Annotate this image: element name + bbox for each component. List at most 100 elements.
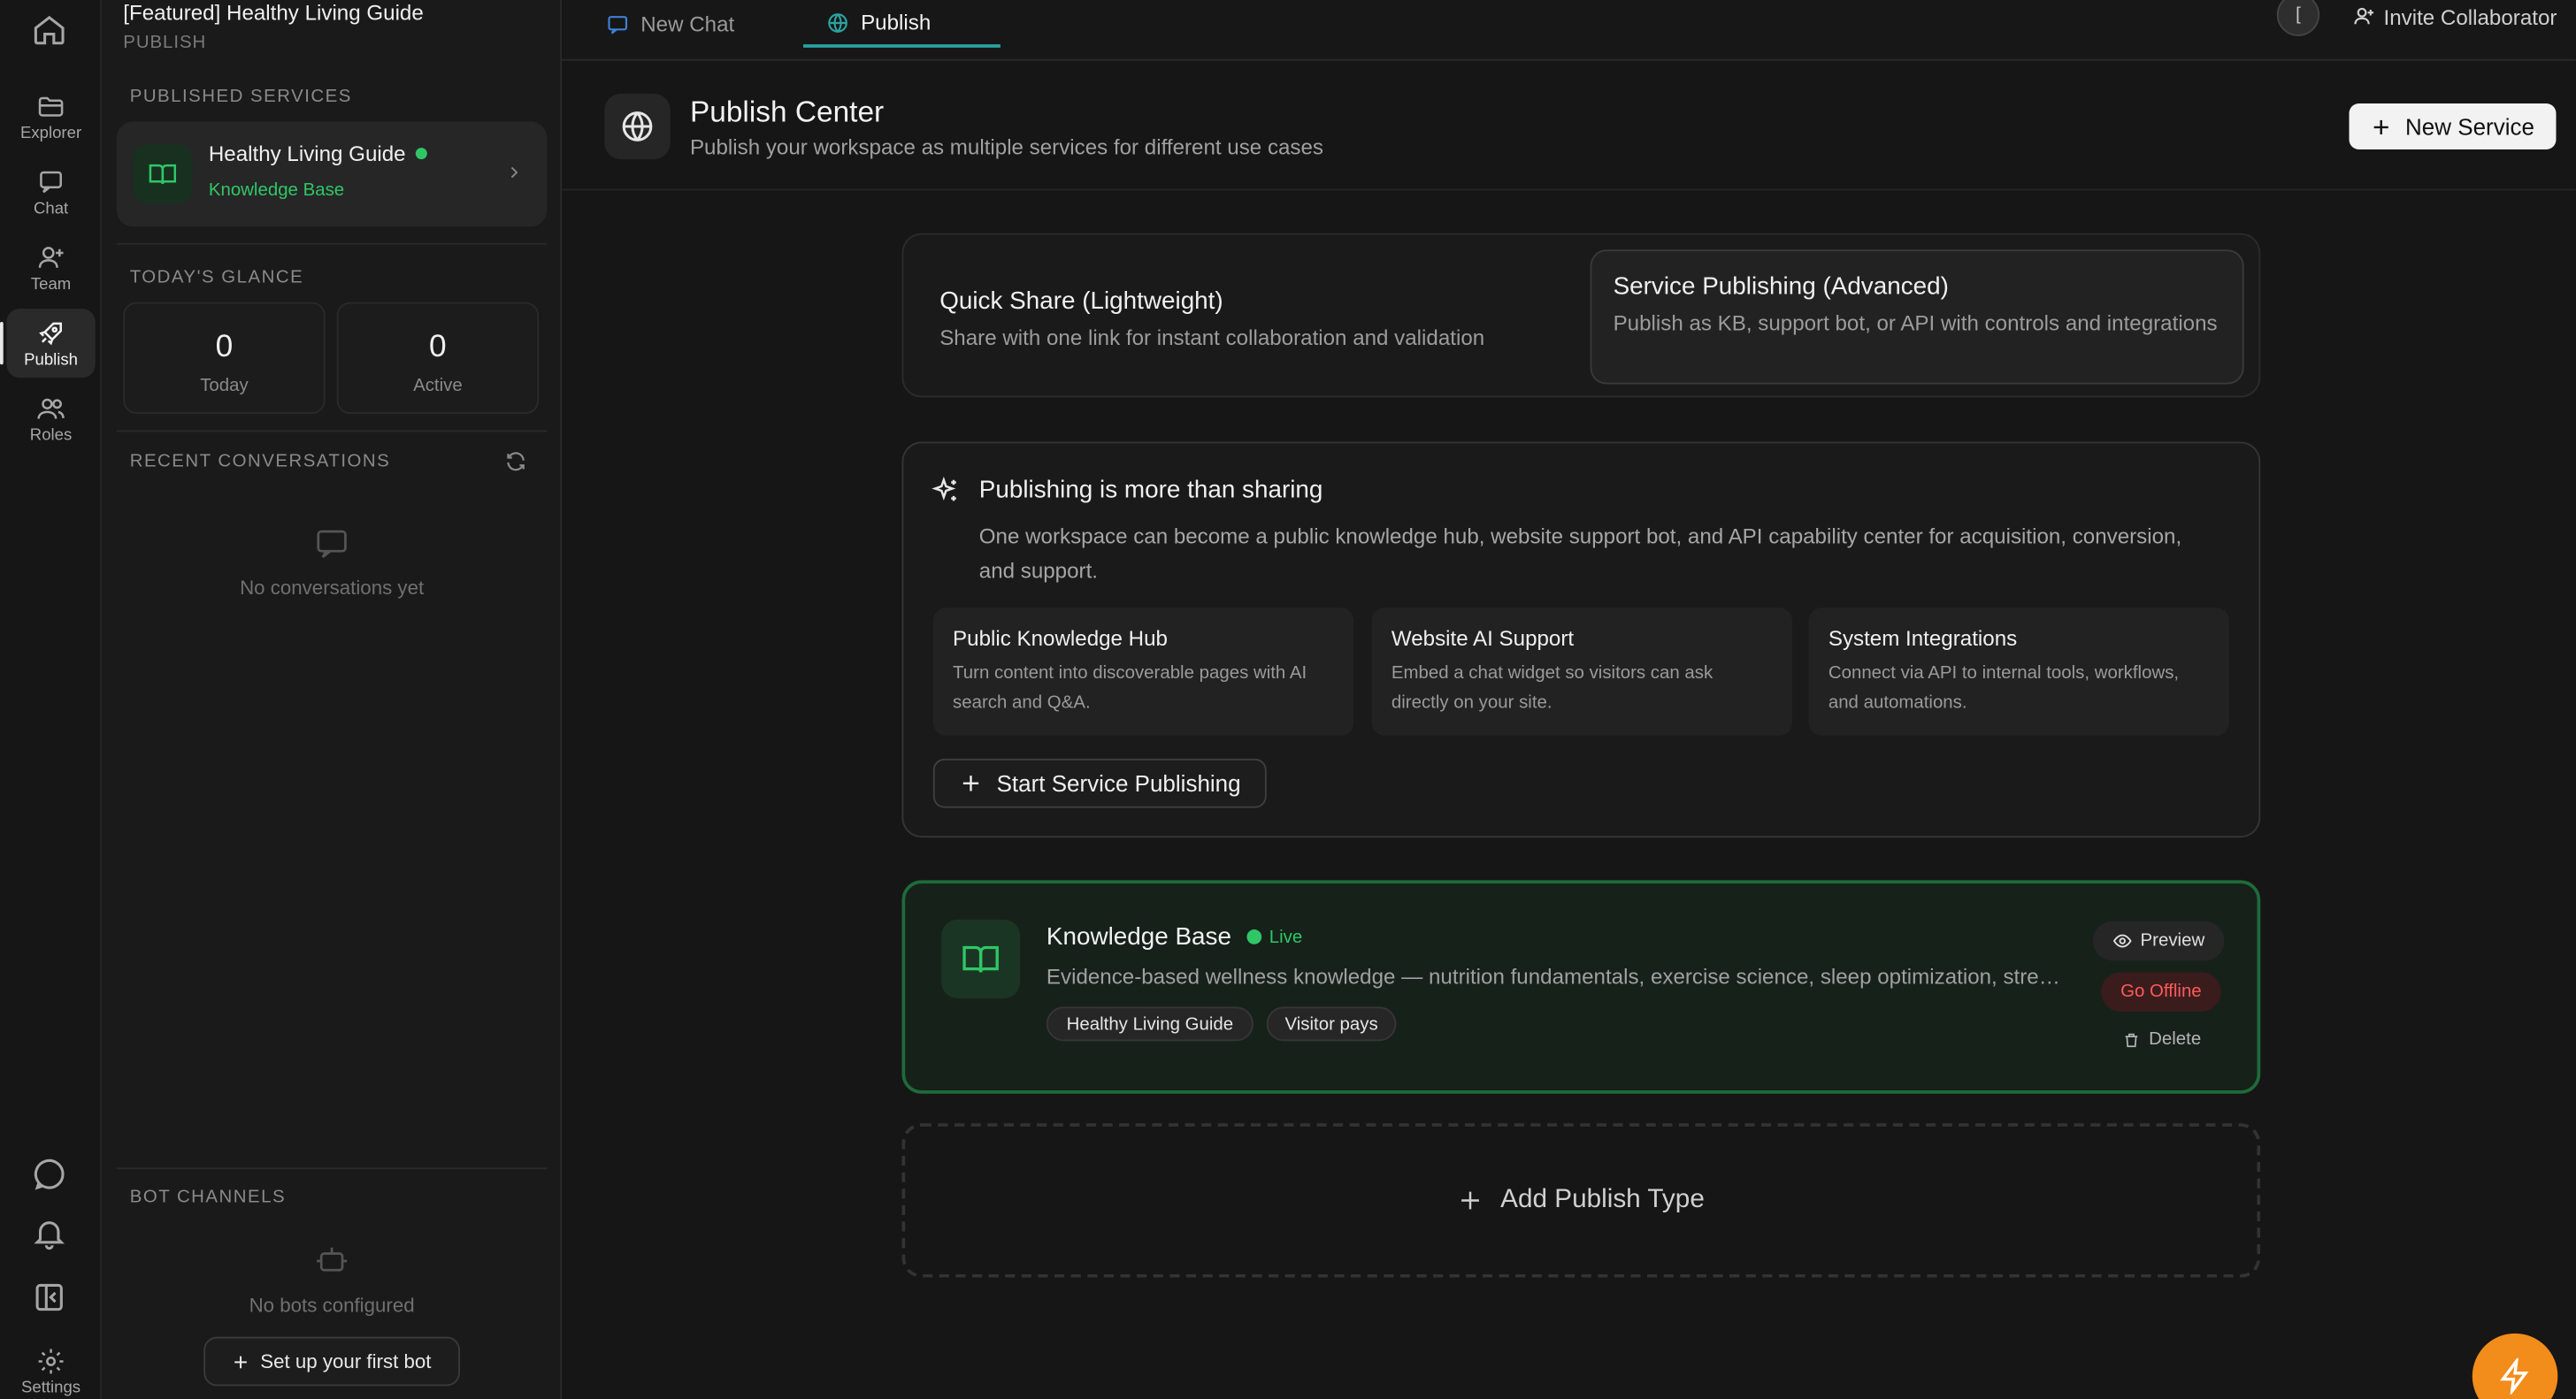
divider	[116, 242, 548, 245]
feature-title: Public Knowledge Hub	[953, 625, 1168, 651]
go-offline-button[interactable]: Go Offline	[2101, 972, 2221, 1012]
trash-icon	[2125, 1032, 2138, 1047]
rail-item-chat[interactable]: Chat	[6, 157, 95, 226]
status-dot	[1246, 929, 1261, 944]
mode-service-publishing[interactable]: Service Publishing (Advanced) Publish as…	[1590, 249, 2244, 385]
feature-title: System Integrations	[1828, 625, 2018, 651]
service-title: Knowledge Base	[1046, 922, 1231, 952]
mode-quick-share[interactable]: Quick Share (Lightweight) Share with one…	[939, 287, 1484, 350]
mode-desc: Share with one link for instant collabor…	[939, 325, 1485, 350]
glance-active: 0 Active	[336, 302, 540, 414]
setup-bot-label: Set up your first bot	[260, 1349, 432, 1373]
feature-knowledge-hub: Public Knowledge Hub Turn content into d…	[932, 608, 1354, 736]
users-icon	[37, 397, 65, 418]
new-service-button[interactable]: New Service	[2349, 103, 2557, 149]
start-button-label: Start Service Publishing	[996, 769, 1241, 797]
published-service-item[interactable]: Healthy Living Guide Knowledge Base	[116, 121, 548, 227]
nav-rail: Explorer Chat Team Publish Roles Setting…	[0, 0, 103, 1399]
feature-ai-support: Website AI Support Embed a chat widget s…	[1371, 608, 1792, 736]
tag-chip: Visitor pays	[1266, 1006, 1397, 1042]
service-name: Healthy Living Guide	[208, 141, 406, 166]
rail-item-explorer[interactable]: Explorer	[6, 82, 95, 151]
service-type: Knowledge Base	[208, 180, 345, 201]
glance-label: TODAY'S GLANCE	[129, 267, 304, 287]
tab-publish[interactable]: Publish	[803, 0, 1000, 48]
glance-today: 0 Today	[123, 302, 326, 414]
gear-icon	[38, 1348, 64, 1373]
invite-label: Invite Collaborator	[2383, 4, 2557, 29]
feature-integrations: System Integrations Connect via API to i…	[1808, 608, 2229, 736]
start-service-publishing-button[interactable]: Start Service Publishing	[932, 758, 1267, 808]
rail-item-team[interactable]: Team	[6, 233, 95, 302]
preview-button[interactable]: Preview	[2092, 921, 2225, 961]
service-card-knowledge-base[interactable]: Knowledge Base Live Evidence-based welln…	[901, 880, 2261, 1094]
mode-desc: Publish as KB, support bot, or API with …	[1613, 310, 2218, 335]
plus-icon	[2374, 118, 2389, 134]
workspace-title: [Featured] Healthy Living Guide	[123, 0, 424, 25]
mode-title: Service Publishing (Advanced)	[1613, 272, 1949, 301]
lightning-icon	[2500, 1357, 2529, 1395]
rail-label: Team	[30, 275, 72, 294]
recent-empty-text: No conversations yet	[240, 576, 425, 600]
tab-bar: New Chat Publish [ Invite Collaborator	[562, 0, 2576, 61]
feature-desc: Connect via API to internal tools, workf…	[1828, 663, 2180, 713]
bot-icon	[317, 1247, 348, 1272]
eye-icon	[2112, 934, 2132, 948]
feature-desc: Turn content into discoverable pages wit…	[953, 663, 1307, 713]
book-icon	[941, 919, 1021, 999]
sparkles-icon	[932, 476, 956, 501]
plus-icon	[962, 776, 978, 791]
refresh-icon[interactable]	[504, 450, 527, 473]
publish-mode-selector: Quick Share (Lightweight) Share with one…	[901, 233, 2261, 398]
bots-empty-text: No bots configured	[249, 1294, 415, 1318]
rail-item-settings[interactable]: Settings	[6, 1337, 95, 1399]
info-desc: One workspace can become a public knowle…	[978, 524, 2182, 584]
folder-icon	[38, 96, 64, 116]
publish-sidebar: [Featured] Healthy Living Guide PUBLISH …	[102, 0, 563, 1399]
tab-label: New Chat	[640, 11, 735, 36]
plus-icon	[235, 1355, 248, 1368]
glance-value: 0	[429, 330, 447, 365]
delete-button[interactable]: Delete	[2109, 1025, 2214, 1054]
globe-icon	[828, 12, 847, 32]
rail-label: Roles	[29, 425, 73, 445]
rail-item-roles[interactable]: Roles	[6, 385, 95, 454]
message-circle-icon[interactable]	[31, 1156, 67, 1192]
bell-icon[interactable]	[31, 1215, 67, 1251]
feature-title: Website AI Support	[1391, 625, 1575, 651]
home-icon[interactable]	[31, 11, 67, 48]
sidebar-toggle-icon[interactable]	[31, 1280, 67, 1316]
add-publish-type-button[interactable]: Add Publish Type	[901, 1123, 2261, 1278]
rail-item-publish[interactable]: Publish	[0, 309, 96, 378]
page-title: Publish Center	[689, 95, 885, 128]
avatar[interactable]: [	[2276, 0, 2320, 36]
rail-label: Explorer	[19, 124, 82, 142]
setup-bot-button[interactable]: Set up your first bot	[203, 1336, 460, 1387]
rail-label: Chat	[33, 199, 69, 218]
glance-label-text: Today	[200, 376, 249, 396]
rail-label: Settings	[20, 1378, 81, 1397]
status-dot	[415, 148, 427, 160]
divider	[116, 430, 548, 432]
tab-label: Publish	[861, 10, 932, 34]
page-subtitle: Publish your workspace as multiple servi…	[689, 134, 1324, 160]
glance-value: 0	[215, 330, 234, 365]
mode-title: Quick Share (Lightweight)	[939, 287, 1223, 316]
page-header: Publish Center Publish your workspace as…	[562, 63, 2576, 191]
chat-empty-icon	[317, 530, 347, 559]
recent-conversations-label: RECENT CONVERSATIONS	[129, 451, 391, 471]
chat-icon	[40, 170, 62, 193]
invite-collaborator-button[interactable]: Invite Collaborator	[2352, 0, 2557, 33]
rocket-icon	[39, 321, 62, 345]
tab-new-chat[interactable]: New Chat	[583, 0, 757, 48]
book-icon	[133, 144, 193, 204]
status-text: Live	[1269, 927, 1303, 947]
quick-action-button[interactable]	[2472, 1333, 2558, 1399]
status-badge: Live	[1246, 927, 1303, 947]
tag-chip: Healthy Living Guide	[1046, 1006, 1254, 1042]
preview-label: Preview	[2140, 930, 2205, 952]
rail-label: Publish	[24, 350, 79, 369]
chat-icon	[608, 15, 628, 34]
new-service-label: New Service	[2405, 113, 2534, 140]
info-title: Publishing is more than sharing	[978, 476, 1323, 505]
